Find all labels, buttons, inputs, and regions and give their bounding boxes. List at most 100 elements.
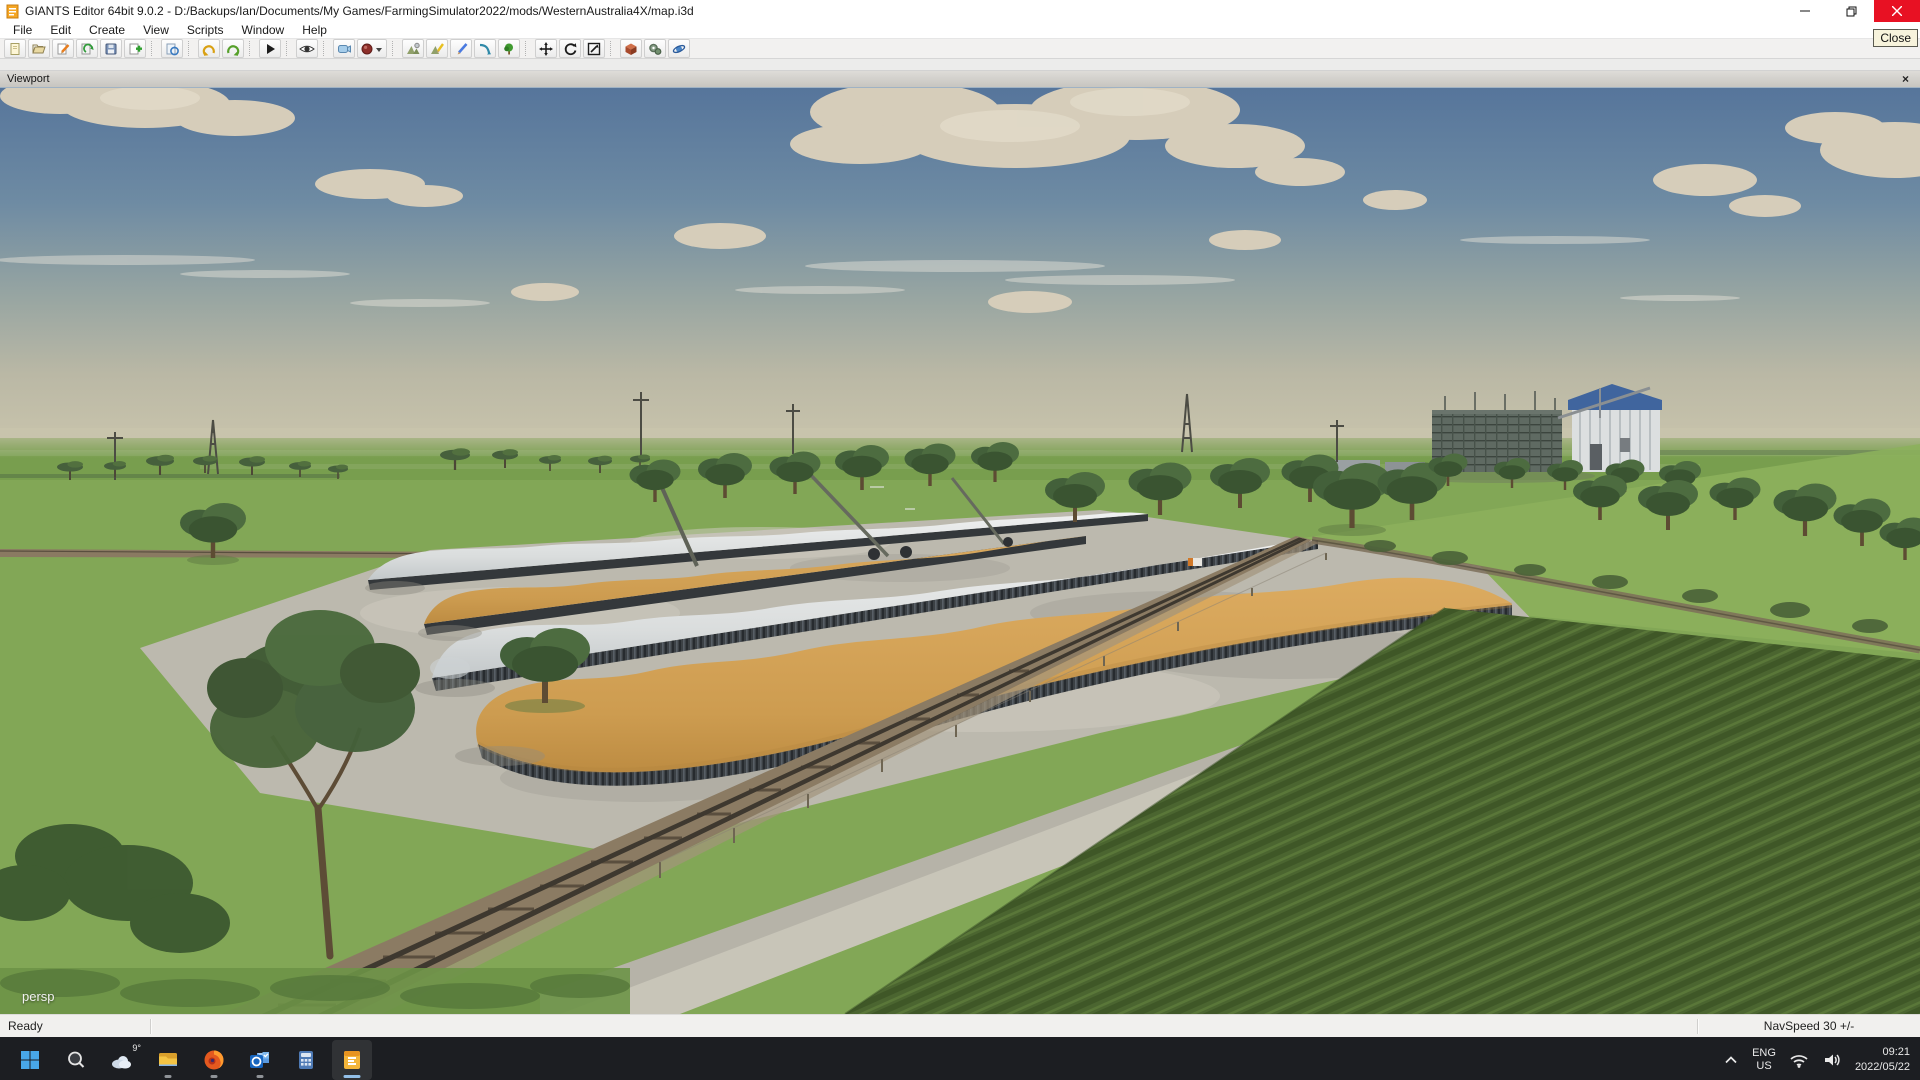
scene-render	[0, 88, 1920, 1014]
start-button[interactable]	[10, 1040, 50, 1080]
clock-time: 09:21	[1855, 1045, 1910, 1059]
tree-brush-button[interactable]	[498, 39, 520, 58]
menu-help[interactable]: Help	[293, 23, 336, 37]
menu-edit[interactable]: Edit	[41, 23, 80, 37]
toolbar-separator	[392, 41, 397, 56]
camera-button[interactable]	[333, 39, 355, 58]
open-file-button[interactable]	[28, 39, 50, 58]
scale-icon	[587, 42, 601, 56]
calculator-button[interactable]	[286, 1040, 326, 1080]
app-icon	[6, 4, 19, 19]
search-icon	[65, 1049, 87, 1071]
status-separator	[150, 1019, 151, 1034]
redo-button[interactable]	[222, 39, 244, 58]
language-indicator[interactable]: ENG US	[1752, 1047, 1776, 1072]
rotate-icon	[563, 42, 577, 56]
terrain-paint-button[interactable]	[426, 39, 448, 58]
close-tooltip: Close	[1873, 29, 1918, 47]
physics-display-icon	[648, 42, 662, 56]
collision-display-button[interactable]	[620, 39, 642, 58]
scale-button[interactable]	[583, 39, 605, 58]
publish-mod-button[interactable]	[161, 39, 183, 58]
render-mode-button[interactable]	[357, 39, 387, 58]
weather-cloud-icon	[109, 1048, 135, 1072]
terrain-detail-button[interactable]	[474, 39, 496, 58]
calculator-icon	[294, 1048, 318, 1072]
menu-file[interactable]: File	[4, 23, 41, 37]
viewport-panel-header[interactable]: Viewport ×	[0, 71, 1920, 88]
language-line2: US	[1752, 1060, 1776, 1073]
taskbar: 9°	[0, 1037, 1920, 1080]
weather-widget[interactable]: 9°	[102, 1040, 142, 1080]
viewport-panel-title: Viewport	[7, 73, 50, 85]
outlook-icon	[248, 1048, 272, 1072]
tray-chevron-icon[interactable]	[1723, 1052, 1739, 1068]
menu-scripts[interactable]: Scripts	[178, 23, 233, 37]
menu-window[interactable]: Window	[233, 23, 294, 37]
taskbar-clock[interactable]: 09:21 2022/05/22	[1855, 1045, 1910, 1074]
status-bar: Ready NavSpeed 30 +/-	[0, 1014, 1920, 1037]
volume-icon[interactable]	[1822, 1051, 1842, 1069]
terrain-sculpt-icon	[406, 42, 420, 56]
terrain-detail-icon	[478, 42, 492, 56]
close-button[interactable]	[1874, 0, 1920, 22]
rotate-button[interactable]	[559, 39, 581, 58]
edit-file-button[interactable]	[52, 39, 74, 58]
new-file-icon	[8, 42, 22, 56]
play-icon	[263, 42, 277, 56]
collision-display-icon	[624, 42, 638, 56]
weather-temperature: 9°	[132, 1043, 141, 1053]
viewport-close-icon[interactable]: ×	[1898, 73, 1913, 85]
minimize-button[interactable]	[1782, 0, 1828, 22]
terrain-sculpt-button[interactable]	[402, 39, 424, 58]
running-indicator	[211, 1075, 218, 1078]
giants-editor-taskbar-button[interactable]	[332, 1040, 372, 1080]
windows-start-icon	[19, 1049, 41, 1071]
search-button[interactable]	[56, 1040, 96, 1080]
visibility-eye-icon	[299, 42, 315, 56]
window-title: GIANTS Editor 64bit 9.0.2 - D:/Backups/I…	[25, 4, 694, 18]
navspeed-indicator: NavSpeed 30 +/-	[1698, 1019, 1920, 1033]
translate-button[interactable]	[535, 39, 557, 58]
toolbar-separator	[525, 41, 530, 56]
camera-label: persp	[22, 989, 55, 1004]
new-file-button[interactable]	[4, 39, 26, 58]
save-file-button[interactable]	[100, 39, 122, 58]
giants-editor-window: GIANTS Editor 64bit 9.0.2 - D:/Backups/I…	[0, 0, 1920, 1080]
restore-icon	[1846, 6, 1857, 17]
add-reference-icon	[128, 42, 142, 56]
terrain-paint-icon	[430, 42, 444, 56]
restore-button[interactable]	[1828, 0, 1874, 22]
reload-file-button[interactable]	[76, 39, 98, 58]
physics-display-button[interactable]	[644, 39, 666, 58]
menu-view[interactable]: View	[134, 23, 178, 37]
add-reference-button[interactable]	[124, 39, 146, 58]
toolbar-separator	[249, 41, 254, 56]
menu-create[interactable]: Create	[80, 23, 134, 37]
foliage-paint-button[interactable]	[450, 39, 472, 58]
wifi-icon[interactable]	[1789, 1051, 1809, 1069]
reload-file-icon	[80, 42, 94, 56]
file-explorer-button[interactable]	[148, 1040, 188, 1080]
toolbar-separator	[151, 41, 156, 56]
undo-button[interactable]	[198, 39, 220, 58]
outlook-button[interactable]	[240, 1040, 280, 1080]
firefox-button[interactable]	[194, 1040, 234, 1080]
running-indicator	[257, 1075, 264, 1078]
system-tray: ENG US 09:21 2022/05/22	[1723, 1045, 1910, 1074]
running-indicator	[165, 1075, 172, 1078]
firefox-icon	[202, 1048, 226, 1072]
toolbar-separator	[188, 41, 193, 56]
giants-editor-icon	[340, 1048, 364, 1072]
visibility-button[interactable]	[296, 39, 318, 58]
open-file-icon	[32, 42, 46, 56]
file-explorer-icon	[156, 1048, 180, 1072]
navigation-mesh-button[interactable]	[668, 39, 690, 58]
toolbar-separator	[323, 41, 328, 56]
undo-icon	[202, 42, 216, 56]
play-button[interactable]	[259, 39, 281, 58]
save-file-icon	[104, 42, 118, 56]
viewport-3d-scene[interactable]: persp	[0, 88, 1920, 1014]
toolbar-separator	[286, 41, 291, 56]
tree-brush-icon	[502, 42, 516, 56]
